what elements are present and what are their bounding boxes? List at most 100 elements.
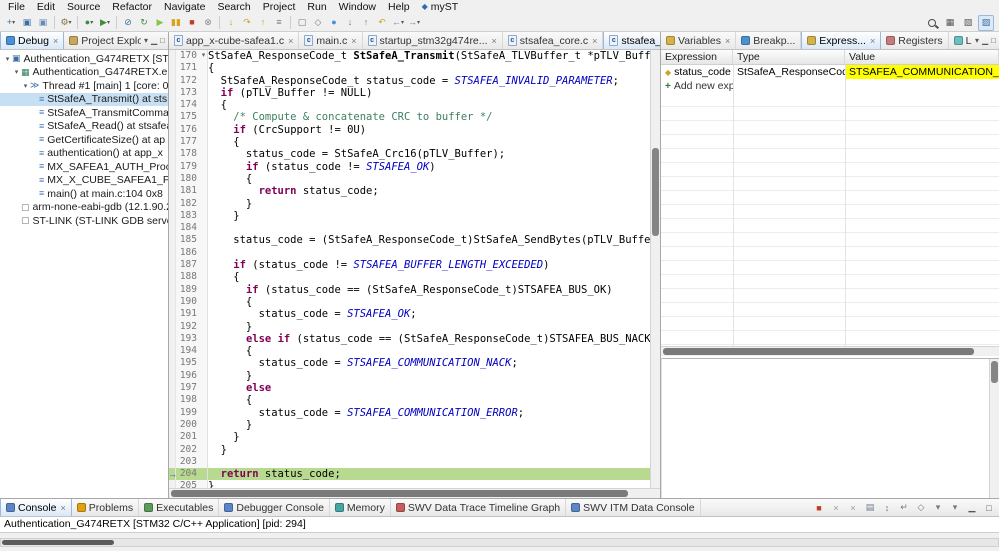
close-icon[interactable]: × [492, 36, 497, 46]
code-line[interactable]: 198 { [169, 394, 650, 406]
editor-vscrollbar[interactable] [650, 50, 660, 488]
editor-tab-stsafea-service-c[interactable]: cstsafea_service.c× [603, 32, 660, 49]
view-tab-breakp[interactable]: Breakp... [736, 32, 801, 49]
code-line[interactable]: 170▾StSafeA_ResponseCode_t StSafeA_Trans… [169, 50, 650, 62]
code-line[interactable]: 200 } [169, 419, 650, 431]
code-line[interactable]: 205} [169, 480, 650, 488]
code-line[interactable]: 184 [169, 222, 650, 234]
forward-icon[interactable]: →▾ [406, 15, 422, 31]
view-tab-memory[interactable]: Memory [330, 499, 391, 516]
fold-marker[interactable]: ▾ [200, 50, 208, 62]
line-number[interactable]: 204 [176, 468, 200, 480]
code-line[interactable]: 199 status_code = STSAFEA_COMMUNICATION_… [169, 407, 650, 419]
window-hscrollbar[interactable] [0, 538, 999, 547]
save-all-icon[interactable]: ▣ [35, 15, 51, 31]
display-selected-console-icon[interactable]: ▾ [931, 501, 945, 515]
maximize-icon[interactable]: □ [982, 501, 996, 515]
close-icon[interactable]: × [592, 36, 597, 46]
code-line[interactable]: 182 } [169, 198, 650, 210]
line-number[interactable]: 177 [176, 136, 200, 148]
code-line[interactable]: 202 } [169, 444, 650, 456]
view-menu-icon[interactable]: ▾ [975, 37, 979, 45]
tree-item[interactable]: ≡GetCertificateSize() at ap [0, 133, 168, 147]
tree-item[interactable]: ≡StSafeA_Transmit() at sts [0, 93, 168, 107]
line-number[interactable]: 202 [176, 444, 200, 456]
build-icon[interactable]: ⚙▾ [58, 15, 74, 31]
line-number[interactable]: 179 [176, 161, 200, 173]
view-menu-icon[interactable]: ▾ [144, 37, 148, 45]
word-wrap-icon[interactable]: ↵ [897, 501, 911, 515]
editor-tab-main-c[interactable]: cmain.c× [299, 32, 362, 49]
line-number[interactable]: 178 [176, 148, 200, 160]
code-line[interactable]: 178 status_code = StSafeA_Crc16(pTLV_Buf… [169, 148, 650, 160]
code-line[interactable]: 175 /* Compute & concatenate CRC to buff… [169, 111, 650, 123]
line-number[interactable]: 197 [176, 382, 200, 394]
editor-tab-stsafea-core-c[interactable]: cstsafea_core.c× [503, 32, 604, 49]
line-number[interactable]: 196 [176, 370, 200, 382]
close-icon[interactable]: × [61, 503, 66, 513]
line-number[interactable]: 203 [176, 456, 200, 468]
new-file-icon[interactable]: ▢ [294, 15, 310, 31]
column-header-type[interactable]: Type [733, 50, 845, 64]
editor-hscrollbar[interactable] [169, 488, 660, 498]
line-number[interactable]: 183 [176, 210, 200, 222]
skip-breakpoints-icon[interactable]: ⊘ [120, 15, 136, 31]
restart-icon[interactable]: ↻ [136, 15, 152, 31]
maximize-icon[interactable]: □ [160, 37, 165, 45]
column-header-value[interactable]: Value [845, 50, 999, 64]
view-tab-executables[interactable]: Executables [139, 499, 219, 516]
code-line[interactable]: 181 return status_code; [169, 185, 650, 197]
line-number[interactable]: 198 [176, 394, 200, 406]
code-line[interactable]: 194 { [169, 345, 650, 357]
editor-vscroll-thumb[interactable] [652, 148, 659, 236]
view-tab-swv-itm-data-console[interactable]: SWV ITM Data Console [566, 499, 700, 516]
code-line[interactable]: 171{ [169, 62, 650, 74]
terminate-icon[interactable]: ■ [812, 501, 826, 515]
prev-annotation-icon[interactable]: ↑ [358, 15, 374, 31]
code-line[interactable]: 188 { [169, 271, 650, 283]
line-number[interactable]: 175 [176, 111, 200, 123]
disconnect-icon[interactable]: ⊗ [200, 15, 216, 31]
line-number[interactable]: 174 [176, 99, 200, 111]
debug-tree[interactable]: ▾▣Authentication_G474RETX [STM3▾▦Authent… [0, 50, 168, 498]
last-edit-location-icon[interactable]: ↶ [374, 15, 390, 31]
line-number[interactable]: 189 [176, 284, 200, 296]
pin-console-icon[interactable]: ◇ [914, 501, 928, 515]
open-element-icon[interactable]: ◇ [310, 15, 326, 31]
code-line[interactable]: →204 return status_code; [169, 468, 650, 480]
code-line[interactable]: 190 { [169, 296, 650, 308]
close-icon[interactable]: × [870, 36, 875, 46]
editor-hscroll-thumb[interactable] [171, 490, 628, 497]
detail-vscrollbar[interactable] [989, 359, 999, 498]
line-number[interactable]: 191 [176, 308, 200, 320]
table-hscroll-thumb[interactable] [663, 348, 974, 355]
open-perspective-icon[interactable]: ▦ [942, 15, 958, 31]
open-console-icon[interactable]: ▾ [948, 501, 962, 515]
line-number[interactable]: 192 [176, 321, 200, 333]
run-icon[interactable]: ▶▾ [97, 15, 113, 31]
line-number[interactable]: 184 [176, 222, 200, 234]
resume-icon[interactable]: ▶ [152, 15, 168, 31]
line-number[interactable]: 186 [176, 247, 200, 259]
line-number[interactable]: 187 [176, 259, 200, 271]
code-line[interactable]: 187 if (status_code != STSAFEA_BUFFER_LE… [169, 259, 650, 271]
tree-item[interactable]: ▾▦Authentication_G474RETX.elf [ [0, 66, 168, 80]
code-line[interactable]: 176 if (CrcSupport != 0U) [169, 124, 650, 136]
back-icon[interactable]: ←▾ [390, 15, 406, 31]
twisty-icon[interactable]: ▾ [12, 68, 21, 76]
code-line[interactable]: 196 } [169, 370, 650, 382]
tree-item[interactable]: ≡StSafeA_Read() at stsafea [0, 120, 168, 134]
menu-help[interactable]: Help [382, 0, 416, 14]
suspend-icon[interactable]: ▮▮ [168, 15, 184, 31]
expression-row[interactable]: ◆status_codeStSafeA_ResponseCode_tSTSAFE… [661, 65, 999, 79]
view-tab-console[interactable]: Console× [0, 499, 72, 516]
tree-item[interactable]: ▾▣Authentication_G474RETX [STM3 [0, 52, 168, 66]
code-line[interactable]: 180 { [169, 173, 650, 185]
code-line[interactable]: 177 { [169, 136, 650, 148]
remove-all-launches-icon[interactable]: × [846, 501, 860, 515]
scroll-lock-icon[interactable]: ↕ [880, 501, 894, 515]
code-line[interactable]: 173 if (pTLV_Buffer != NULL) [169, 87, 650, 99]
remove-launch-icon[interactable]: × [829, 501, 843, 515]
code-line[interactable]: 183 } [169, 210, 650, 222]
line-number[interactable]: 172 [176, 75, 200, 87]
